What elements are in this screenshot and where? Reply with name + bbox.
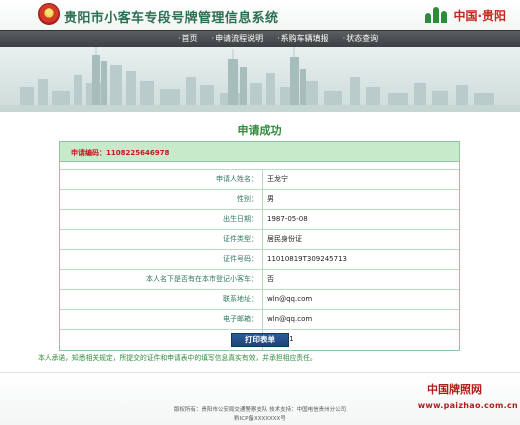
row-label-address: 联系地址： xyxy=(60,290,263,309)
site-header: 贵阳市小客车专段号牌管理信息系统 中国·贵阳 xyxy=(0,0,520,30)
row-value-email: wln@qq.com xyxy=(267,315,313,323)
row-label-id-type: 证件类型： xyxy=(60,230,263,249)
table-spacer xyxy=(60,162,459,170)
commitment-notice: 本人承诺，知悉相关规定，所提交的证件和申请表中的填写信息真实有效，并承担相应责任… xyxy=(38,354,317,362)
row-value-birthdate: 1987-05-08 xyxy=(267,215,308,223)
footer-icp: 黔ICP备XXXXXXX号 xyxy=(234,416,286,422)
application-code-value: 1108225646978 xyxy=(106,149,170,157)
row-label-email: 电子邮箱： xyxy=(60,310,263,329)
city-skyline-image xyxy=(0,47,520,112)
nav-items: 首页 申请流程说明 系购车辆填报 状态查询 xyxy=(178,33,392,45)
row-value-id-type: 居民身份证 xyxy=(267,235,302,243)
application-code: 申请编码：1108225646978 xyxy=(71,148,169,158)
police-emblem-icon xyxy=(38,3,60,25)
page: 贵阳市小客车专段号牌管理信息系统 中国·贵阳 首页 申请流程说明 系购车辆填报 … xyxy=(0,0,520,425)
brand-text: 中国·贵阳 xyxy=(453,8,506,23)
site-footer: 版权所有：贵阳市公安局交通警察支队 技术支持：中国电信贵州分公司 黔ICP备XX… xyxy=(0,372,520,425)
table-row: 出生日期： 1987-05-08 xyxy=(60,210,459,230)
row-value-postcode: 550001 xyxy=(263,330,459,350)
row-label-birthdate: 出生日期： xyxy=(60,210,263,229)
watermark-url: www.paizhao.com.cn xyxy=(417,401,518,410)
skyline-banner xyxy=(0,47,520,112)
success-title: 申请成功 xyxy=(237,124,282,137)
print-form-button[interactable]: 打印表单 xyxy=(231,333,289,347)
nav-item-home[interactable]: 首页 xyxy=(178,33,198,45)
table-row: 证件号码： 11010819T309245713 xyxy=(60,250,459,270)
application-result-panel: 申请成功 申请编码：1108225646978 申请人姓名： 王龙宁 性别： 男… xyxy=(30,112,489,372)
application-code-label: 申请编码： xyxy=(71,149,106,157)
table-row: 证件类型： 居民身份证 xyxy=(60,230,459,250)
row-label-id-number: 证件号码： xyxy=(60,250,263,269)
row-value-gender: 男 xyxy=(267,195,274,203)
nav-bar: 首页 申请流程说明 系购车辆填报 状态查询 xyxy=(0,30,520,47)
table-row: 本人名下是否有在本市登记小客车： 否 xyxy=(60,270,459,290)
row-label-gender: 性别： xyxy=(60,190,263,209)
table-row: 性别： 男 xyxy=(60,190,459,210)
nav-item-status[interactable]: 状态查询 xyxy=(343,33,378,45)
brand-logo: 中国·贵阳 xyxy=(425,4,506,26)
table-row: 电子邮箱： wln@qq.com xyxy=(60,310,459,330)
table-row: 联系地址： wln@qq.com xyxy=(60,290,459,310)
application-code-header: 申请编码：1108225646978 xyxy=(60,142,459,162)
row-value-name: 王龙宁 xyxy=(267,175,288,183)
brand-skyline-icon xyxy=(425,7,449,23)
table-row: 申请人姓名： 王龙宁 xyxy=(60,170,459,190)
site-title: 贵阳市小客车专段号牌管理信息系统 xyxy=(64,11,279,26)
nav-item-process[interactable]: 申请流程说明 xyxy=(212,33,263,45)
application-table: 申请编码：1108225646978 申请人姓名： 王龙宁 性别： 男 出生日期… xyxy=(59,141,460,351)
row-value-id-number: 11010819T309245713 xyxy=(267,255,347,263)
row-label-name: 申请人姓名： xyxy=(60,170,263,189)
row-value-address: wln@qq.com xyxy=(267,295,313,303)
row-value-registered-car: 否 xyxy=(267,275,274,283)
nav-item-register[interactable]: 系购车辆填报 xyxy=(277,33,329,45)
watermark-site-name: 中国牌照网 xyxy=(427,383,482,396)
row-label-registered-car: 本人名下是否有在本市登记小客车： xyxy=(60,270,263,289)
